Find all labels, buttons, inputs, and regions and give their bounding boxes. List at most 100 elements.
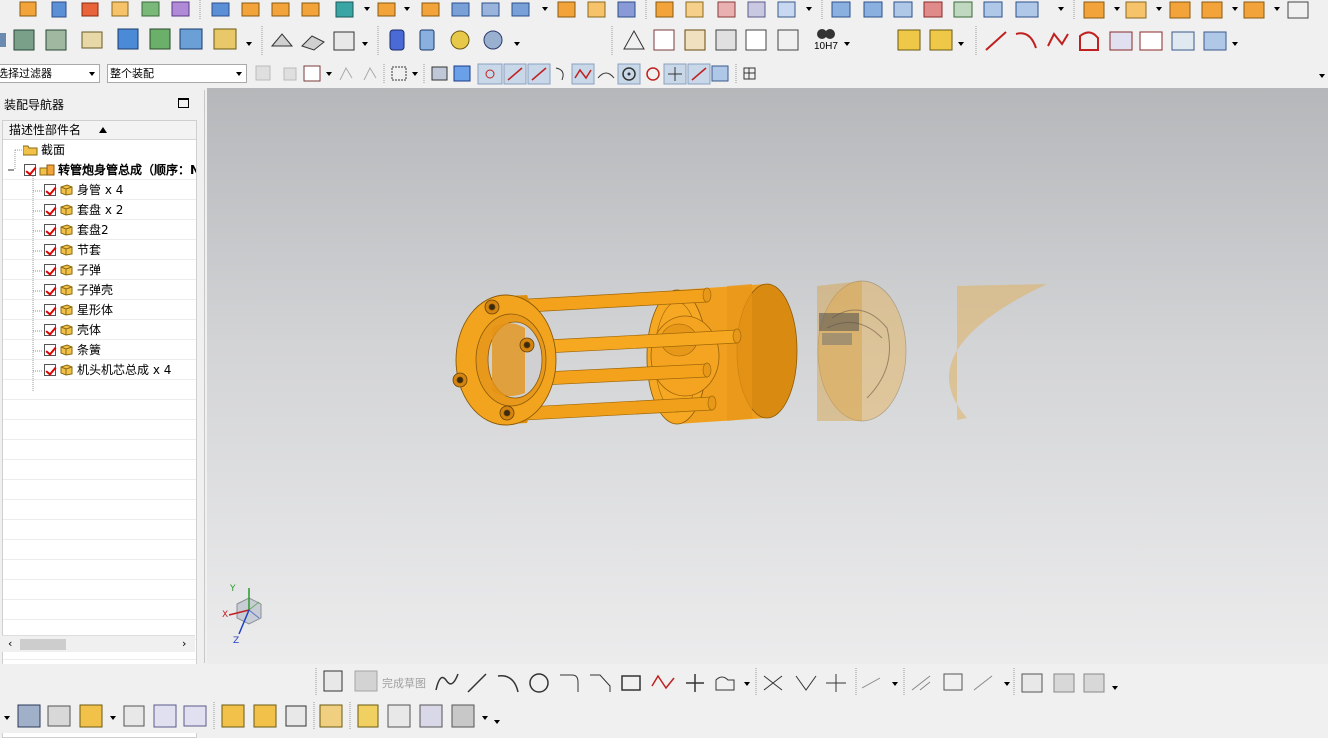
assembly-scope-dropdown[interactable]: 整个装配 (107, 64, 247, 83)
quick-extend-icon[interactable] (795, 675, 817, 691)
quick-trim-icon[interactable] (763, 675, 783, 691)
visibility-checkbox[interactable] (44, 204, 56, 216)
select-component-icon[interactable] (303, 65, 321, 82)
offset-curve-icon[interactable] (861, 677, 881, 689)
scroll-left-arrow[interactable]: ‹ (8, 638, 12, 650)
add-component-icon[interactable] (79, 704, 103, 728)
geometric-constraint-icon[interactable] (911, 675, 931, 691)
make-corner-icon[interactable] (826, 674, 846, 692)
snap-icons-group[interactable] (255, 65, 297, 81)
feature-icons-group-4[interactable] (655, 1, 812, 18)
polygon-icon[interactable] (715, 676, 735, 691)
graphics-viewport[interactable]: Y X Z (207, 88, 1328, 664)
drafting-icons-group[interactable] (623, 29, 799, 51)
snap-point-on-face-toggle[interactable] (687, 63, 711, 85)
face-select-icon[interactable] (431, 66, 448, 81)
assembly-navigator-icon[interactable] (17, 704, 41, 728)
mirror-assembly-icon[interactable] (153, 704, 177, 728)
grid-icon[interactable] (743, 67, 756, 80)
assembly-sequence-icon[interactable] (419, 704, 443, 728)
assembly-constraints-icon[interactable] (221, 704, 245, 728)
snap-control-toggle[interactable] (571, 63, 595, 85)
assembly-icons-group[interactable] (0, 28, 252, 51)
snap-midpoint-toggle[interactable] (503, 63, 527, 85)
profile-icon[interactable] (435, 673, 459, 691)
horizontal-scrollbar[interactable]: ‹ › (2, 635, 195, 652)
visibility-checkbox[interactable] (44, 304, 56, 316)
circle-icon[interactable] (529, 673, 549, 693)
maximize-icon[interactable] (178, 98, 189, 108)
tree-item-part[interactable]: 壳体 (3, 320, 196, 340)
mechanical-icons-group[interactable] (389, 29, 520, 51)
tree-item-section-folder[interactable]: 截面 (3, 140, 196, 160)
delay-evaluation-icon[interactable] (1083, 673, 1105, 693)
feature-icons-group-1[interactable] (19, 1, 190, 18)
find-component-icon[interactable] (47, 705, 71, 727)
shape-icons-group[interactable] (270, 31, 368, 51)
feature-icons-group-3[interactable] (557, 1, 636, 18)
feature-icons-group-2[interactable] (211, 1, 548, 18)
line-icon[interactable] (467, 673, 487, 693)
visibility-checkbox[interactable] (44, 244, 56, 256)
column-header[interactable]: 描述性部件名 (3, 121, 196, 140)
reattach-icon[interactable] (1053, 673, 1075, 693)
visibility-checkbox[interactable] (44, 284, 56, 296)
auto-constrain-icon[interactable] (973, 675, 993, 691)
snap-tangent-icon[interactable] (597, 72, 615, 79)
arc-icon[interactable] (497, 675, 519, 693)
sketch-settings-icon[interactable] (1021, 673, 1043, 693)
exploded-view-icon[interactable] (319, 704, 343, 728)
snap-curve-icon[interactable] (555, 67, 564, 81)
tree-item-part[interactable]: 套盘2 (3, 220, 196, 240)
tree-item-root-assembly[interactable]: 转管炮身管总成（顺序：N (3, 160, 196, 180)
snap-online-toggle[interactable] (527, 63, 551, 85)
gatling-barrel-assembly-model[interactable] (207, 88, 1328, 664)
tree-item-part[interactable]: 身管 x 4 (3, 180, 196, 200)
empty-row (3, 420, 196, 440)
finish-sketch-flag-icon[interactable] (354, 670, 378, 692)
visibility-checkbox[interactable] (44, 324, 56, 336)
clearance-analysis-icon[interactable] (451, 704, 475, 728)
snap-bounded-icon[interactable] (711, 65, 729, 82)
tree-item-part[interactable]: 子弹壳 (3, 280, 196, 300)
view-triad[interactable]: Y X Z (219, 582, 279, 652)
arrange-icon[interactable] (285, 705, 307, 727)
finish-sketch-button[interactable]: 完成草图 (382, 675, 426, 691)
visibility-checkbox[interactable] (24, 164, 36, 176)
studio-spline-icon[interactable] (651, 674, 675, 690)
snap-quadrant-icon[interactable] (646, 67, 660, 81)
selection-filter-dropdown[interactable]: 选择过滤器 (0, 64, 100, 83)
visibility-checkbox[interactable] (44, 344, 56, 356)
body-select-icon[interactable] (453, 65, 471, 82)
new-component-icon[interactable] (123, 705, 145, 727)
tree-item-part[interactable]: 机头机芯总成 x 4 (3, 360, 196, 380)
visibility-checkbox[interactable] (44, 224, 56, 236)
tree-item-part[interactable]: 子弹 (3, 260, 196, 280)
visibility-checkbox[interactable] (44, 184, 56, 196)
chamfer-icon[interactable] (590, 674, 611, 692)
tree-item-part[interactable]: 星形体 (3, 300, 196, 320)
fillet-icon[interactable] (560, 674, 579, 692)
reference-set-icon[interactable] (387, 704, 411, 728)
snap-endpoint-toggle[interactable] (477, 63, 503, 85)
scrollbar-thumb[interactable] (20, 639, 66, 650)
visibility-checkbox[interactable] (44, 364, 56, 376)
visibility-checkbox[interactable] (44, 264, 56, 276)
dimension-icon[interactable] (943, 673, 963, 691)
sync-icons-group[interactable] (1083, 1, 1309, 19)
cube-icons-group[interactable] (897, 29, 964, 51)
move-component-icon[interactable] (183, 705, 207, 727)
tree-item-part[interactable]: 条簧 (3, 340, 196, 360)
snap-intersection-toggle[interactable] (663, 63, 687, 85)
tree-item-part[interactable]: 节套 (3, 240, 196, 260)
show-constraints-icon[interactable] (253, 704, 277, 728)
curve-icons-group[interactable] (985, 31, 1238, 51)
surface-icons-group[interactable] (831, 1, 1064, 18)
sketch-icon[interactable] (323, 670, 343, 692)
tree-item-part[interactable]: 套盘 x 2 (3, 200, 196, 220)
rectangle-select-icon[interactable] (391, 66, 407, 81)
scroll-right-arrow[interactable]: › (182, 638, 186, 650)
rectangle-icon[interactable] (621, 675, 641, 691)
snap-center-toggle[interactable] (617, 63, 641, 85)
wave-link-icon[interactable] (357, 704, 379, 728)
